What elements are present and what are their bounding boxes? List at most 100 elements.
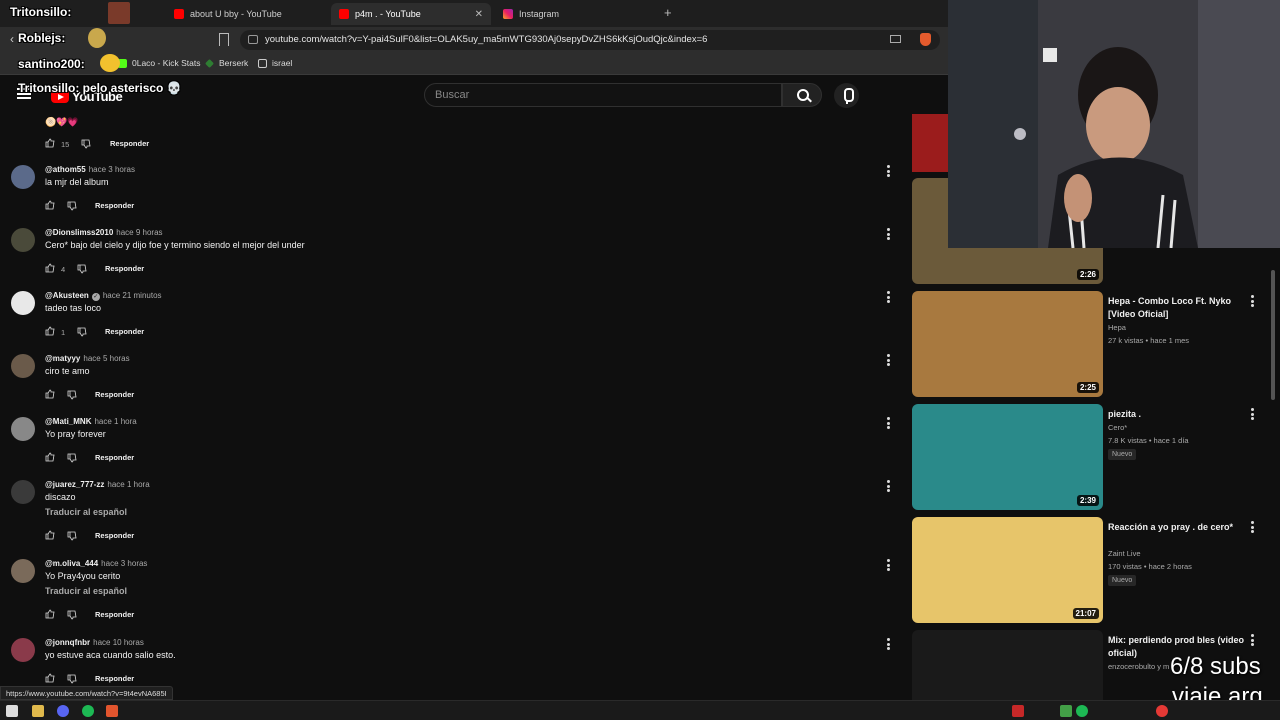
video-title[interactable]: piezita . (1108, 408, 1246, 421)
close-tab-icon[interactable]: ✕ (475, 9, 483, 20)
tab-instagram[interactable]: Instagram (495, 3, 655, 25)
video-thumbnail[interactable]: 2:25 (912, 291, 1103, 397)
new-tab-button[interactable]: + (664, 5, 672, 20)
like-icon[interactable] (45, 263, 55, 273)
dislike-icon[interactable] (67, 201, 77, 211)
comment-author[interactable]: @jonnqfnbr (45, 638, 90, 647)
related-video[interactable]: 2:39 piezita . Cero* 7.8 K vistas • hace… (912, 404, 1272, 512)
comment-time[interactable]: hace 9 horas (116, 228, 162, 237)
brave-icon[interactable] (106, 705, 118, 717)
bookmark-israel[interactable]: israel (258, 58, 292, 68)
discord-icon[interactable] (57, 705, 69, 717)
comment-menu-icon[interactable] (884, 228, 892, 240)
comment-time[interactable]: hace 10 horas (93, 638, 144, 647)
video-thumbnail[interactable]: 21:07 (912, 517, 1103, 623)
comment-menu-icon[interactable] (884, 291, 892, 303)
avatar[interactable] (11, 354, 35, 378)
comment-author[interactable]: @Mati_MNK (45, 417, 91, 426)
comment-time[interactable]: hace 1 hora (94, 417, 136, 426)
video-channel[interactable]: Hepa (1108, 323, 1126, 332)
comment-time[interactable]: hace 3 horas (89, 165, 135, 174)
tray-spotify-icon[interactable] (1076, 705, 1088, 717)
bookmark-berserk[interactable]: Berserk (205, 58, 248, 68)
comment-menu-icon[interactable] (884, 638, 892, 650)
avatar[interactable] (11, 480, 35, 504)
tab-about-u-bby[interactable]: about U bby - YouTube (166, 3, 330, 25)
video-menu-icon[interactable] (1248, 634, 1256, 646)
video-menu-icon[interactable] (1248, 521, 1256, 533)
spotify-icon[interactable] (82, 705, 94, 717)
like-icon[interactable] (45, 138, 55, 148)
comment-author[interactable]: @matyyy (45, 354, 80, 363)
like-icon[interactable] (45, 200, 55, 210)
video-title[interactable]: Reacción a yo pray . de cero* (1108, 521, 1246, 534)
comment-time[interactable]: hace 21 minutos (103, 291, 162, 300)
reply-button[interactable]: Responder (110, 139, 149, 148)
bookmark-kick-stats[interactable]: 0Laco - Kick Stats (118, 58, 201, 68)
avatar[interactable] (11, 638, 35, 662)
tray-app-icon[interactable] (1060, 705, 1072, 717)
like-icon[interactable] (45, 389, 55, 399)
start-icon[interactable] (6, 705, 18, 717)
translate-link[interactable]: Traducir al español (45, 507, 127, 517)
comment-author[interactable]: @m.oliva_444 (45, 559, 98, 568)
comment-author[interactable]: @athom55 (45, 165, 86, 174)
site-info-icon[interactable] (248, 35, 258, 44)
comment-menu-icon[interactable] (884, 165, 892, 177)
related-video[interactable]: 21:07 Reacción a yo pray . de cero* Zain… (912, 517, 1272, 625)
comment-menu-icon[interactable] (884, 559, 892, 571)
reply-button[interactable]: Responder (105, 327, 144, 336)
video-title[interactable]: Hepa - Combo Loco Ft. Nyko [Video Oficia… (1108, 295, 1246, 321)
video-channel[interactable]: Zaint Live (1108, 549, 1141, 558)
comment-menu-icon[interactable] (884, 354, 892, 366)
video-channel[interactable]: Cero* (1108, 423, 1127, 432)
comment-author[interactable]: @juarez_777-zz (45, 480, 104, 489)
dislike-icon[interactable] (67, 390, 77, 400)
comment-author[interactable]: @Dionslimss2010 (45, 228, 113, 237)
comment-time[interactable]: hace 1 hora (107, 480, 149, 489)
reply-button[interactable]: Responder (95, 390, 134, 399)
video-menu-icon[interactable] (1248, 408, 1256, 420)
brave-shield-icon[interactable] (920, 33, 931, 46)
comment-time[interactable]: hace 3 horas (101, 559, 147, 568)
comment-time[interactable]: hace 5 horas (83, 354, 129, 363)
search-icon[interactable] (782, 83, 822, 107)
avatar[interactable] (11, 417, 35, 441)
avatar[interactable] (11, 291, 35, 315)
tray-app-icon[interactable] (1012, 705, 1024, 717)
like-icon[interactable] (45, 530, 55, 540)
dislike-icon[interactable] (67, 453, 77, 463)
translate-link[interactable]: Traducir al español (45, 586, 127, 596)
comment-menu-icon[interactable] (884, 417, 892, 429)
related-video[interactable]: 2:25 Hepa - Combo Loco Ft. Nyko [Video O… (912, 291, 1272, 399)
avatar[interactable] (11, 559, 35, 583)
url-field[interactable]: youtube.com/watch?v=Y-pai4SulF0&list=OLA… (240, 30, 940, 50)
search-input[interactable] (425, 84, 781, 106)
like-icon[interactable] (45, 609, 55, 619)
dislike-icon[interactable] (67, 610, 77, 620)
dislike-icon[interactable] (77, 264, 87, 274)
video-thumbnail[interactable]: 2:39 (912, 404, 1103, 510)
reply-button[interactable]: Responder (105, 264, 144, 273)
back-arrow-icon[interactable]: ‹ (10, 32, 14, 46)
file-explorer-icon[interactable] (32, 705, 44, 717)
reply-button[interactable]: Responder (95, 610, 134, 619)
tray-app-icon[interactable] (1156, 705, 1168, 717)
comment-menu-icon[interactable] (884, 480, 892, 492)
like-icon[interactable] (45, 452, 55, 462)
dislike-icon[interactable] (81, 139, 91, 149)
microphone-icon[interactable] (834, 83, 859, 108)
dislike-icon[interactable] (67, 531, 77, 541)
reply-button[interactable]: Responder (95, 453, 134, 462)
reply-button[interactable]: Responder (95, 201, 134, 210)
like-icon[interactable] (45, 673, 55, 683)
video-menu-icon[interactable] (1248, 295, 1256, 307)
scrollbar[interactable] (1271, 270, 1275, 400)
cast-icon[interactable] (890, 35, 901, 43)
reply-button[interactable]: Responder (95, 531, 134, 540)
video-channel[interactable]: enzocerobulto y m (1108, 662, 1169, 671)
reply-button[interactable]: Responder (95, 674, 134, 683)
comment-author[interactable]: @Akusteen (45, 291, 89, 300)
dislike-icon[interactable] (77, 327, 87, 337)
dislike-icon[interactable] (67, 674, 77, 684)
